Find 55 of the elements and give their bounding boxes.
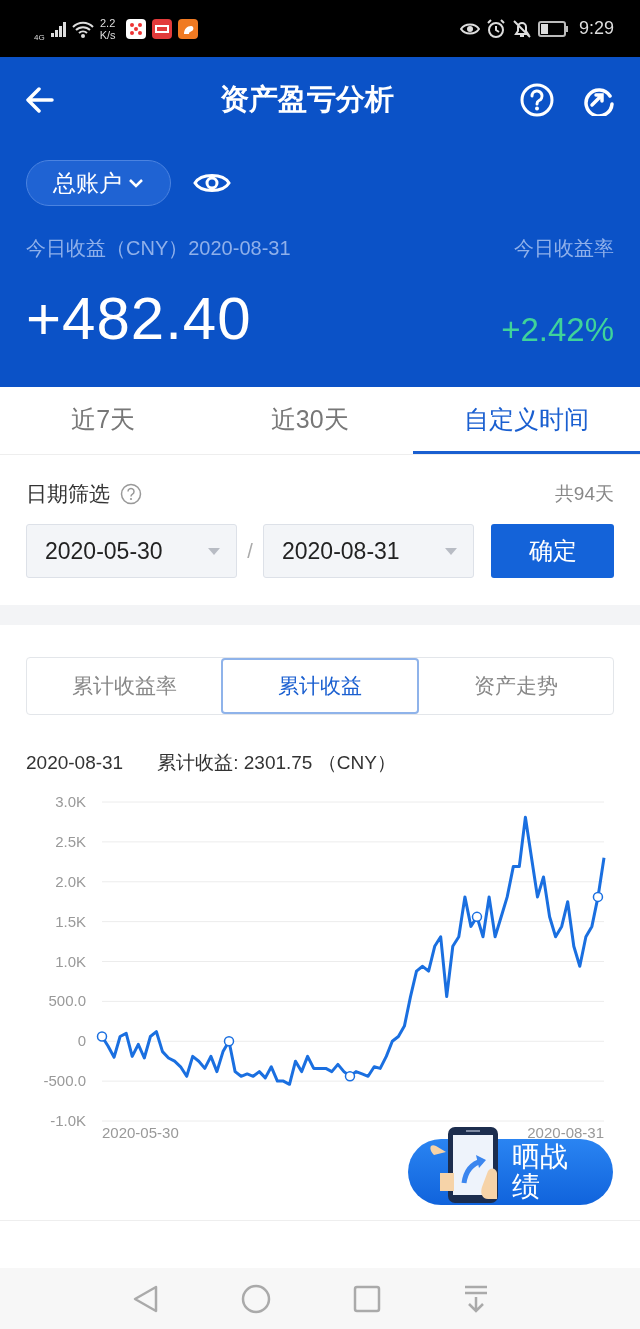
notification-pull-icon[interactable]: [462, 1283, 489, 1314]
chart-tab[interactable]: 累计收益: [221, 658, 419, 714]
axis-tick-label: 2020-05-30: [102, 1124, 179, 1141]
page-title: 资产盈亏分析: [220, 82, 394, 117]
axis-tick-label: -500.0: [43, 1072, 86, 1090]
alarm-icon: [485, 18, 506, 39]
cumulative-profit-summary: 累计收益: 2301.75 （CNY）: [157, 751, 396, 775]
app-icon: [151, 18, 172, 39]
today-profit-label: 今日收益（CNY）2020-08-31: [26, 235, 291, 261]
chart-tab[interactable]: 累计收益率: [27, 658, 221, 714]
axis-tick-label: 1.5K: [55, 912, 86, 930]
bell-off-icon: [511, 18, 532, 39]
data-point-marker: [471, 911, 483, 923]
recent-apps-icon[interactable]: [352, 1284, 381, 1313]
axis-tick-label: 1.0K: [55, 952, 86, 970]
axis-tick-label: -1.0K: [50, 1112, 86, 1129]
chart-tab[interactable]: 资产走势: [419, 658, 613, 714]
caret-down-icon: [208, 547, 220, 555]
axis-tick-label: 2.0K: [55, 872, 86, 890]
today-rate-label: 今日收益率: [514, 235, 614, 261]
chart-date: 2020-08-31: [26, 752, 124, 774]
date-filter-label: 日期筛选: [26, 481, 110, 507]
confirm-button[interactable]: 确定: [491, 524, 614, 578]
today-profit-value: +482.40: [26, 283, 252, 353]
day-count: 共94天: [554, 482, 614, 506]
network-type: 4G: [34, 33, 45, 42]
date-dropdown[interactable]: 2020-05-30: [26, 524, 237, 578]
period-tab[interactable]: 近7天: [0, 387, 207, 454]
axis-tick-label: 0: [77, 1032, 86, 1050]
account-dropdown[interactable]: 总账户: [26, 160, 171, 206]
speed-unit: K/s: [99, 28, 116, 41]
axis-tick-label: 3.0K: [55, 793, 86, 810]
dice-icon: [125, 18, 146, 39]
caret-down-icon: [445, 547, 457, 555]
clock-time: 9:29: [578, 18, 614, 39]
back-arrow-icon[interactable]: [26, 86, 54, 114]
axis-tick-label: 2.5K: [55, 832, 86, 850]
signal-icon: [50, 20, 66, 37]
home-icon[interactable]: [240, 1283, 271, 1314]
chevron-down-icon: [128, 177, 144, 189]
date-dropdown[interactable]: 2020-08-31: [263, 524, 474, 578]
help-icon[interactable]: [120, 483, 142, 505]
period-tab[interactable]: 近30天: [206, 387, 413, 454]
data-point-marker: [96, 1031, 108, 1042]
data-point-marker: [344, 1071, 356, 1082]
axis-tick-label: 2020-08-31: [527, 1124, 604, 1141]
data-point-marker: [223, 1036, 235, 1047]
back-icon[interactable]: [131, 1284, 159, 1313]
axis-tick-label: 500.0: [48, 992, 86, 1010]
date-separator: /: [246, 539, 254, 563]
today-rate-value: +2.42%: [501, 311, 614, 349]
battery-icon: [537, 20, 569, 37]
network-speed: 2.2: [99, 16, 116, 29]
data-point-marker: [592, 891, 604, 903]
wifi-icon: [71, 19, 94, 38]
